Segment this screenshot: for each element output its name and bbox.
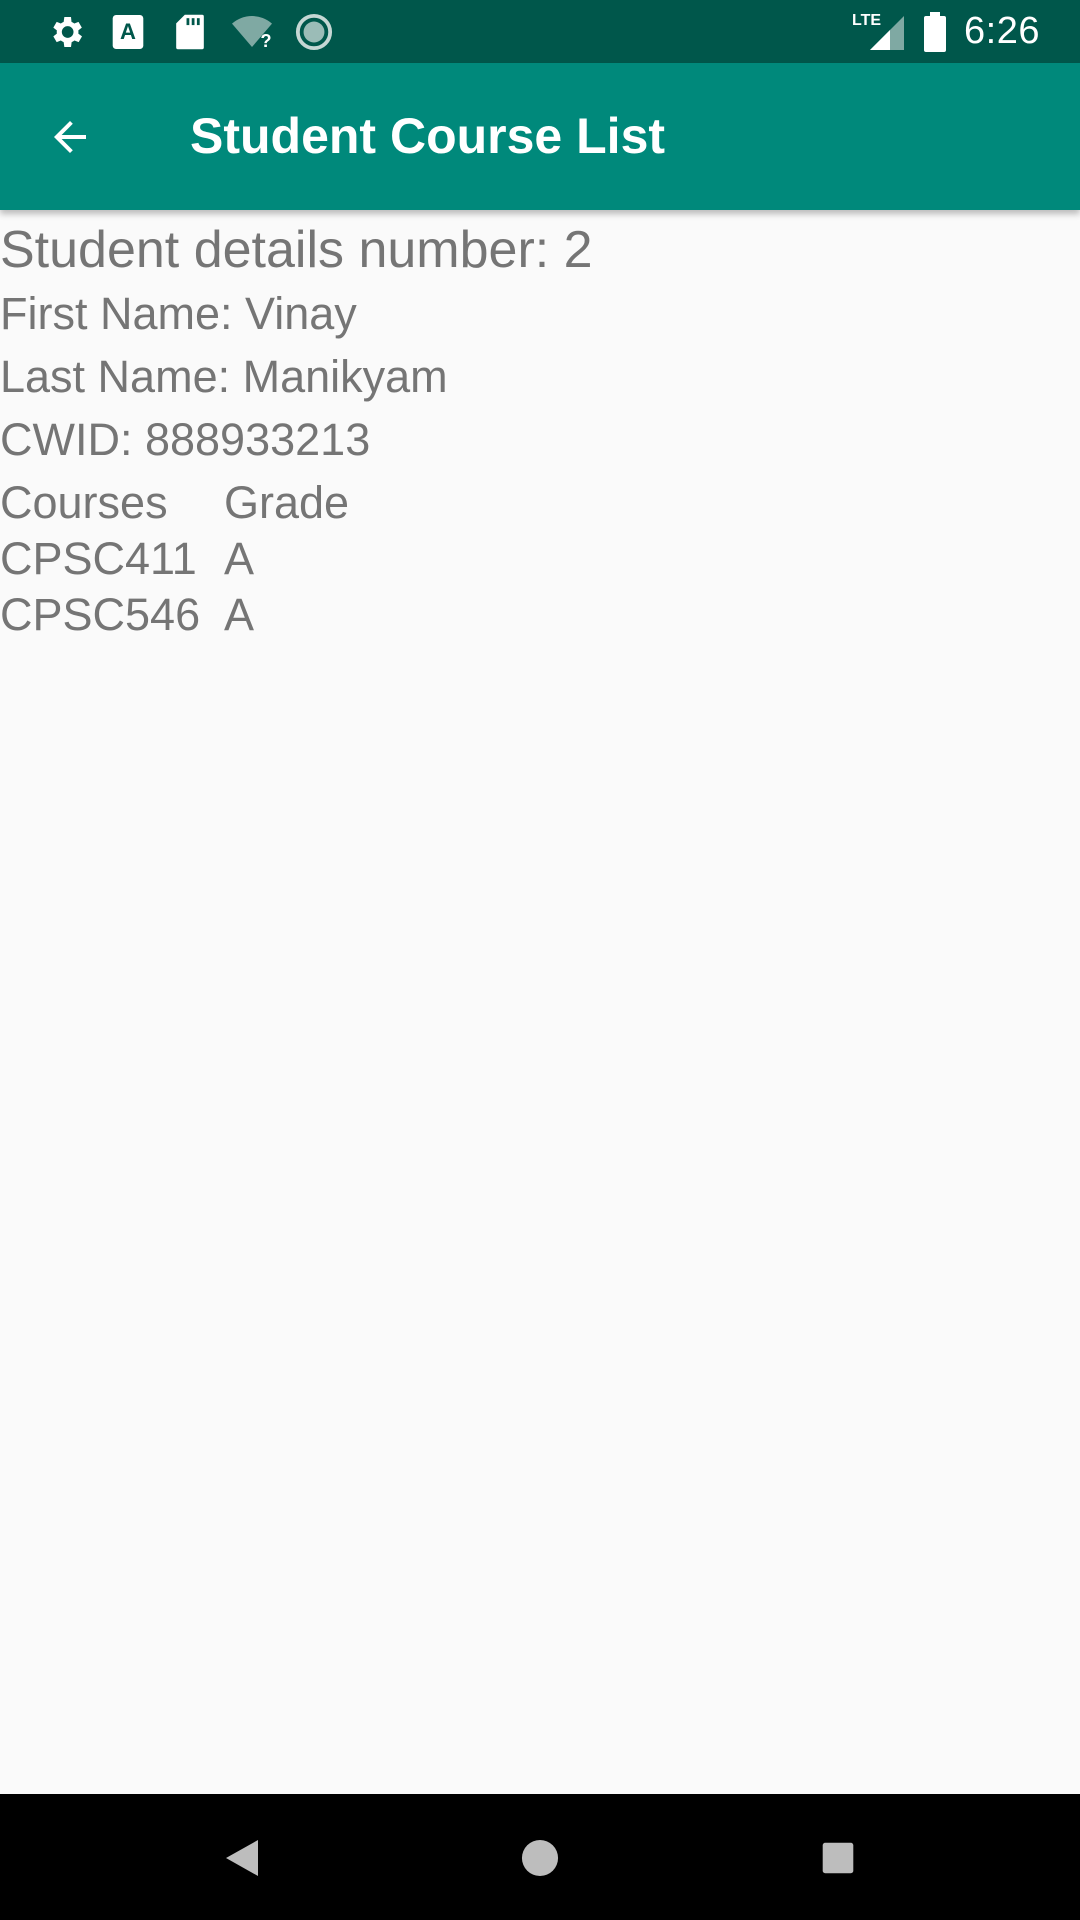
courses-column-header: Courses — [0, 477, 168, 528]
wifi-unknown-icon: ? — [232, 12, 272, 52]
signal-icon: LTE — [852, 12, 906, 52]
system-nav-bar — [0, 1794, 1080, 1920]
nav-home-button[interactable] — [504, 1822, 576, 1894]
sd-card-icon — [170, 12, 210, 52]
student-details-heading: Student details number: 2 — [0, 221, 593, 279]
course-grade: A — [224, 589, 255, 640]
text-a-icon: A — [108, 12, 148, 52]
cwid-text: CWID: 888933213 — [0, 414, 371, 465]
svg-text:A: A — [120, 18, 136, 43]
back-triangle-icon — [226, 1840, 258, 1876]
settings-icon — [46, 12, 86, 52]
course-grade: A — [224, 533, 255, 584]
status-right-icons: LTE 6:26 — [852, 0, 1040, 63]
courses-header-row: Courses Grade — [0, 477, 349, 529]
clock: 6:26 — [964, 10, 1040, 52]
status-bar: A ? LTE 6:26 — [0, 0, 1080, 63]
svg-text:?: ? — [260, 30, 271, 51]
course-code: CPSC411 — [0, 533, 197, 584]
app-bar: Student Course List — [0, 63, 1080, 210]
table-row: CPSC546 A — [0, 589, 254, 641]
course-code: CPSC546 — [0, 589, 201, 640]
sync-circle-icon — [294, 12, 334, 52]
recents-square-icon — [822, 1842, 854, 1874]
navigate-up-button[interactable] — [34, 101, 106, 173]
battery-icon — [924, 11, 947, 52]
last-name-text: Last Name: Manikyam — [0, 351, 448, 402]
arrow-back-icon — [54, 121, 86, 153]
first-name-text: First Name: Vinay — [0, 288, 357, 339]
app-title: Student Course List — [190, 108, 666, 164]
nav-back-button[interactable] — [206, 1822, 278, 1894]
status-left-icons: A ? — [46, 0, 334, 63]
home-circle-icon — [521, 1839, 559, 1877]
table-row: CPSC411 A — [0, 533, 254, 585]
grade-column-header: Grade — [224, 477, 350, 528]
nav-recents-button[interactable] — [802, 1822, 874, 1894]
